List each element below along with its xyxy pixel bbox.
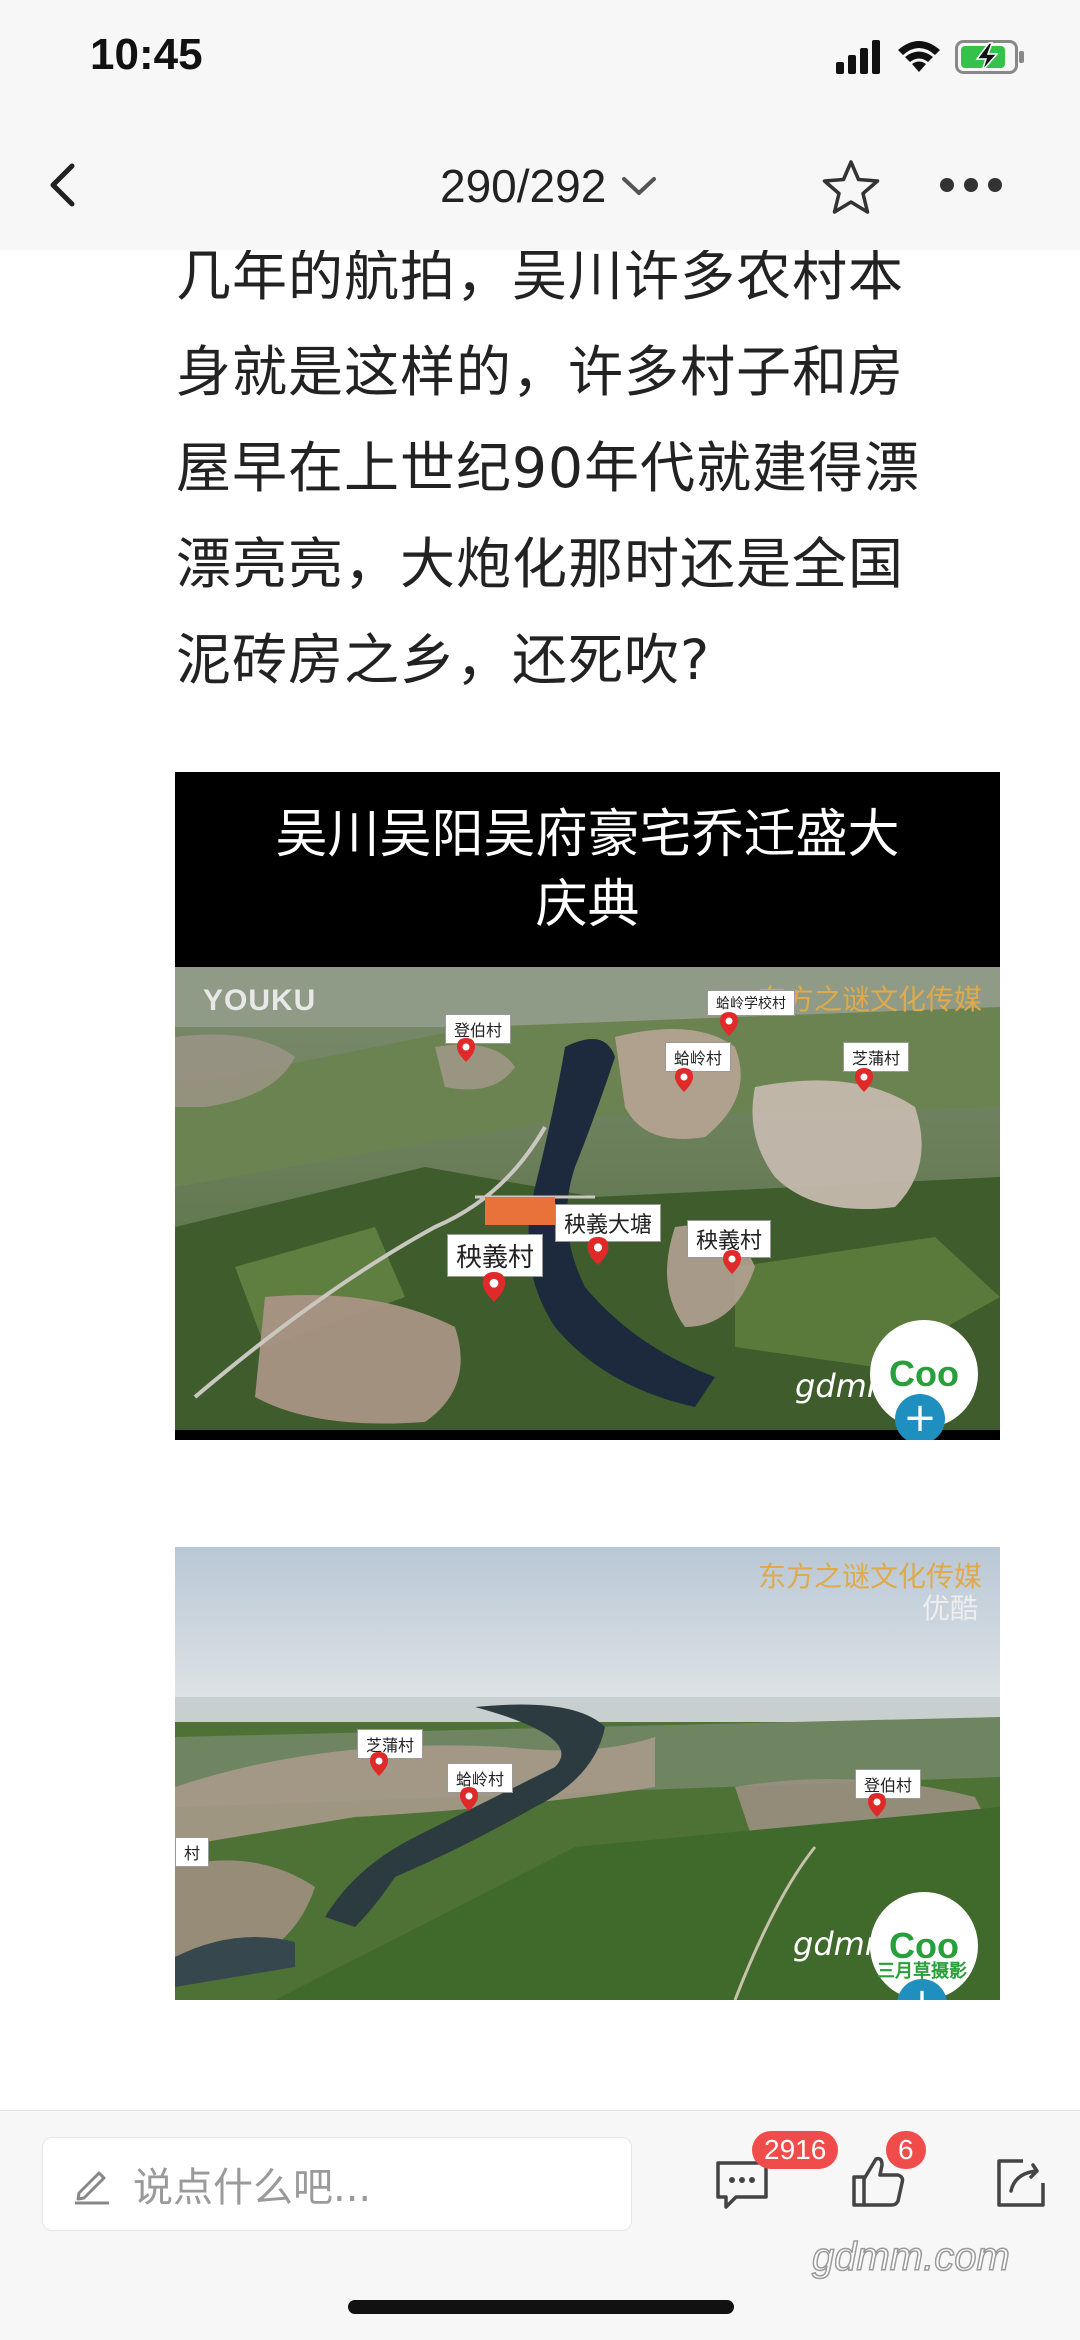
- cellular-signal-icon: [836, 40, 880, 74]
- paragraph-line: 身就是这样的，许多村子和房: [176, 340, 905, 404]
- map-pin-label: 蛤岭村: [447, 1763, 514, 1793]
- more-options-icon[interactable]: [938, 175, 1004, 195]
- map-pin-icon: [720, 1012, 738, 1036]
- map-pin-icon: [723, 1250, 741, 1274]
- paragraph-line: 屋早在上世纪90年代就建得漂: [176, 436, 920, 500]
- map-pin-label: 登伯村: [445, 1014, 512, 1044]
- map-pin-label: 登伯村: [855, 1769, 922, 1799]
- navigation-bar: 290/292: [0, 120, 1080, 250]
- page-number: 290/292: [440, 160, 607, 212]
- map-pin-icon: [482, 1272, 506, 1302]
- image-caption-line: 吴川吴阳吴府豪宅乔迁盛大: [275, 804, 900, 865]
- share-icon[interactable]: [993, 2155, 1049, 2211]
- map-pin-icon: [457, 1038, 475, 1062]
- map-pin-label: 秧義村: [447, 1234, 544, 1277]
- like-count-badge: 6: [886, 2131, 926, 2169]
- article-content: 几年的航拍，吴川许多农村本 身就是这样的，许多村子和房 屋早在上世纪90年代就建…: [0, 250, 1080, 2110]
- comment-placeholder: 说点什么吧...: [133, 2165, 372, 2211]
- map-pin-label: 芝蒲村: [843, 1042, 910, 1072]
- map-pin-icon: [370, 1752, 388, 1776]
- image-caption-line: 庆典: [535, 874, 640, 935]
- page-indicator[interactable]: 290/292: [440, 158, 658, 214]
- youku-watermark: YOUKU: [203, 984, 317, 1017]
- battery-charging-icon: [955, 40, 1024, 74]
- map-pin-icon: [460, 1787, 478, 1811]
- comment-input[interactable]: 说点什么吧...: [42, 2137, 632, 2231]
- comment-count-badge: 2916: [752, 2131, 839, 2169]
- map-pin-icon: [675, 1068, 693, 1092]
- plus-icon[interactable]: +: [895, 1394, 945, 1440]
- site-watermark: gdmm.com: [811, 2234, 1010, 2280]
- map-pin-label: 村: [175, 1837, 210, 1867]
- paragraph-line: 几年的航拍，吴川许多农村本: [176, 250, 905, 308]
- youku-watermark: 优酷: [921, 1592, 978, 1625]
- map-pin-icon: [587, 1237, 609, 1265]
- status-time: 10:45: [90, 30, 203, 79]
- article-image-aerial-landscape[interactable]: 东方之谜文化传媒 优酷 芝蒲村 蛤岭村 登伯村 村 gdmm.com Coo 三…: [175, 1547, 1000, 2000]
- map-pin-icon: [868, 1793, 886, 1817]
- article-paragraph: 几年的航拍，吴川许多农村本 身就是这样的，许多村子和房 屋早在上世纪90年代就建…: [176, 250, 1016, 708]
- chevron-down-icon: [622, 177, 657, 195]
- paragraph-line: 漂亮亮，大炮化那时还是全国: [176, 532, 905, 596]
- map-pin-icon: [855, 1068, 873, 1092]
- article-image-aerial-village[interactable]: 吴川吴阳吴府豪宅乔迁盛大 庆典 YOUKU 东方之谜文化传媒 秧義村 秧義大塘 …: [175, 772, 1000, 1440]
- paragraph-line: 泥砖房之乡，还死吹?: [176, 628, 711, 692]
- pen-icon: [75, 2171, 109, 2205]
- image-caption: 吴川吴阳吴府豪宅乔迁盛大 庆典: [175, 772, 1000, 967]
- wifi-icon: [898, 41, 940, 72]
- home-indicator[interactable]: [348, 2300, 734, 2314]
- favorite-star-icon[interactable]: [820, 158, 882, 218]
- status-bar: 10:45: [0, 0, 1080, 120]
- map-pin-label: 芝蒲村: [357, 1729, 424, 1759]
- back-arrow-icon[interactable]: [40, 160, 90, 210]
